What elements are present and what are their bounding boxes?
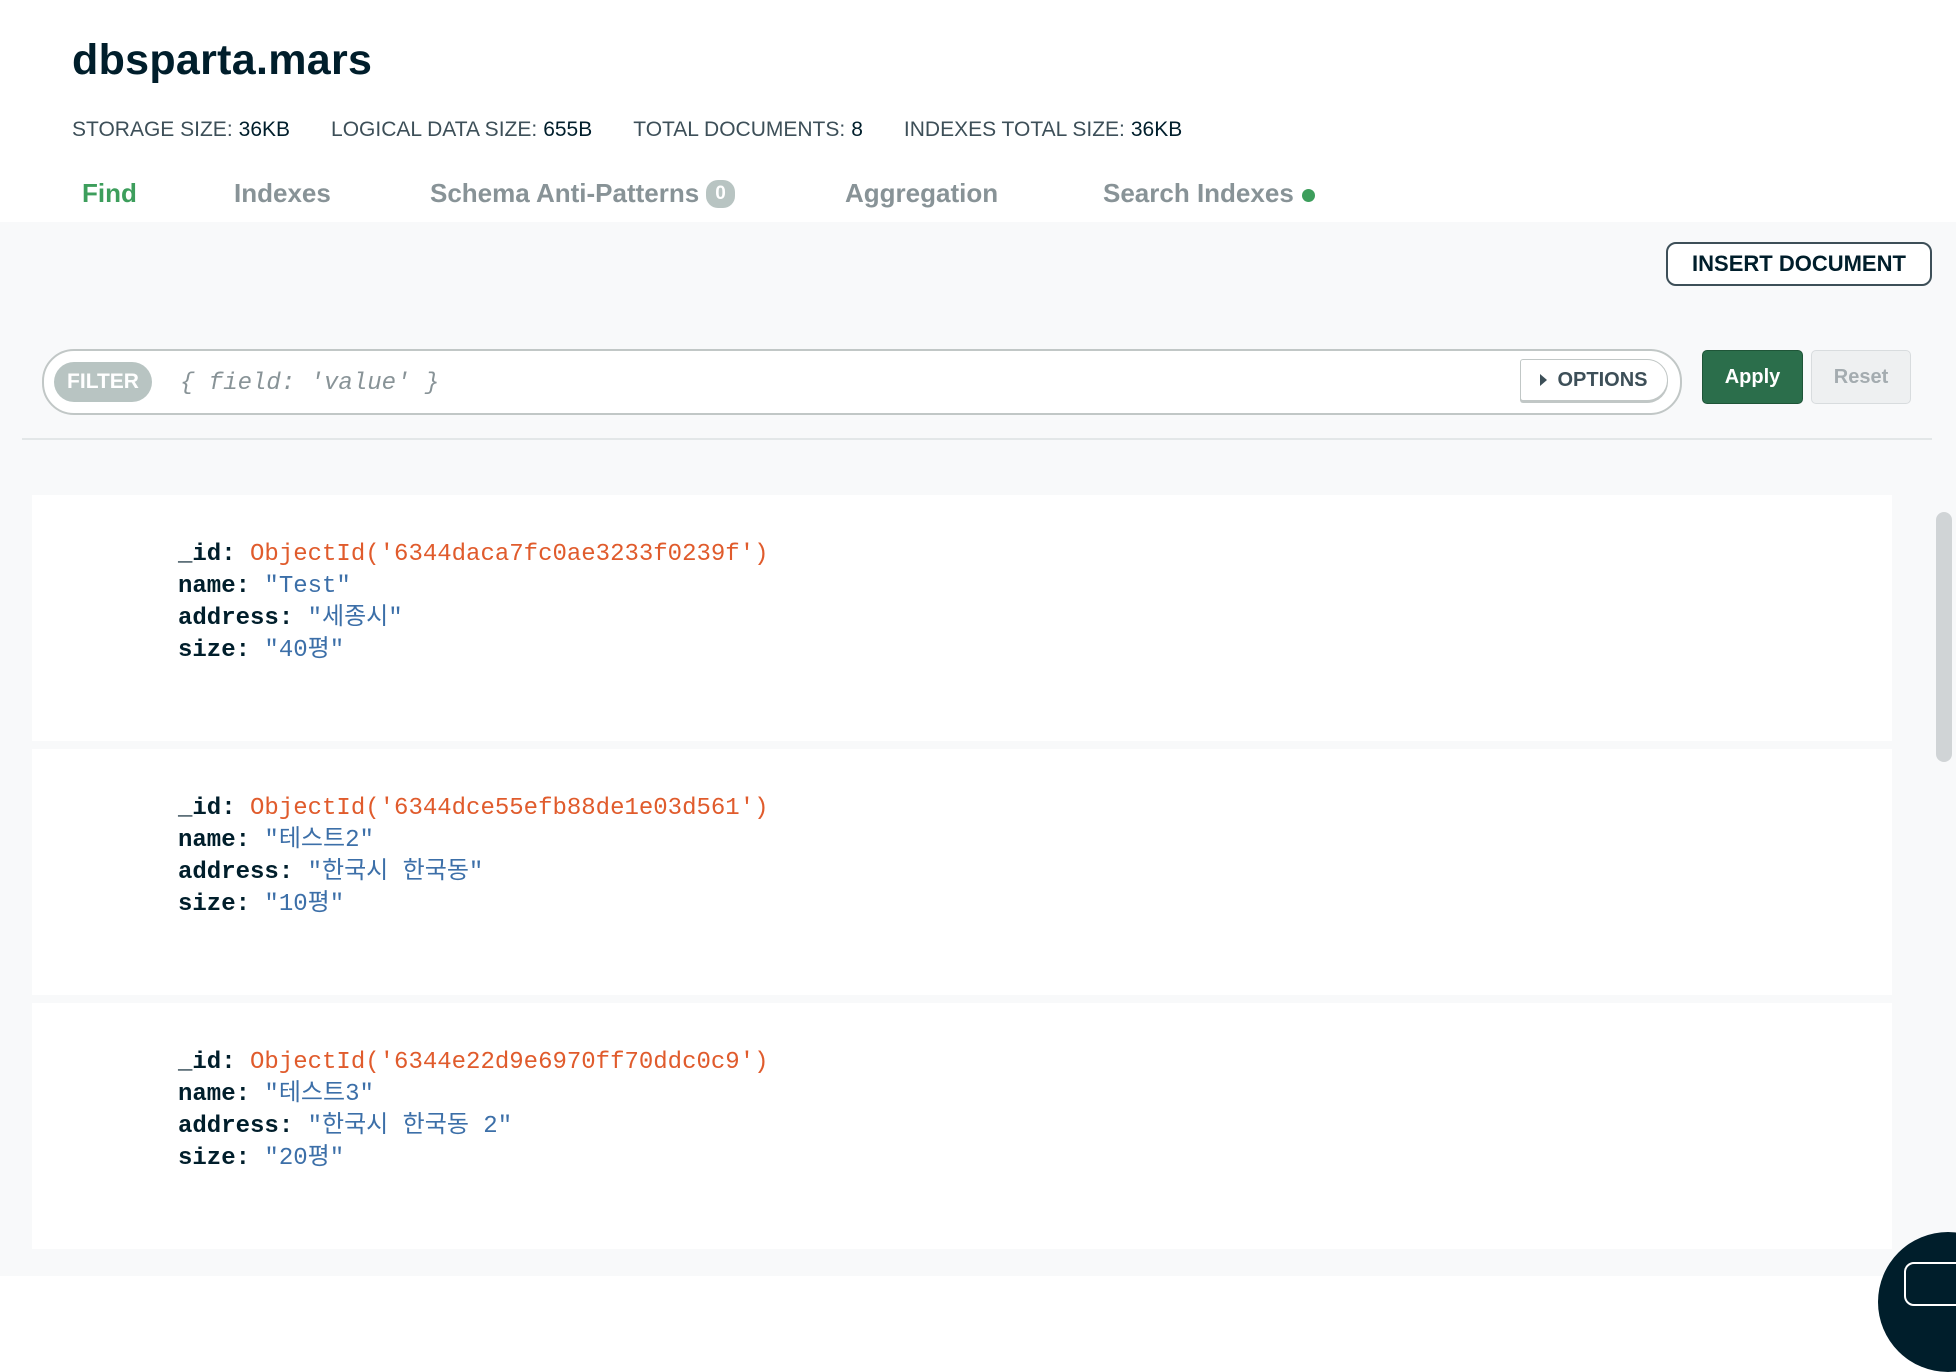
field-size: size: "20평" xyxy=(178,1145,345,1172)
field-id: _id: ObjectId('6344daca7fc0ae3233f0239f'… xyxy=(178,541,769,568)
status-dot-icon xyxy=(1301,188,1315,202)
stat-storage-size: STORAGE SIZE: 36KB xyxy=(72,118,291,141)
apply-button[interactable]: Apply xyxy=(1702,350,1803,404)
collection-header: dbsparta.mars STORAGE SIZE: 36KB LOGICAL … xyxy=(0,0,1956,222)
document-list-scrollbar[interactable] xyxy=(1932,482,1956,1276)
collection-stats: STORAGE SIZE: 36KB LOGICAL DATA SIZE: 655B… xyxy=(72,118,1223,142)
tab-search-indexes[interactable]: Search Indexes xyxy=(1103,178,1315,209)
field-size: size: "40평" xyxy=(178,637,345,664)
field-name: name: "Test" xyxy=(178,573,351,600)
filter-label: FILTER xyxy=(54,362,152,402)
document-fields: _id: ObjectId('6344e22d9e6970ff70ddc0c9'… xyxy=(178,1047,769,1175)
page-title: dbsparta.mars xyxy=(72,36,373,84)
insert-document-button[interactable]: INSERT DOCUMENT xyxy=(1666,242,1932,286)
stat-indexes-total-size: INDEXES TOTAL SIZE: 36KB xyxy=(903,118,1183,141)
collection-tabs: Find Indexes Schema Anti-Patterns 0 Aggr… xyxy=(0,178,1956,222)
field-address: address: "세종시" xyxy=(178,605,403,632)
field-id: _id: ObjectId('6344e22d9e6970ff70ddc0c9'… xyxy=(178,1049,769,1076)
tab-aggregation[interactable]: Aggregation xyxy=(845,178,998,209)
filter-bar: FILTER OPTIONS xyxy=(42,349,1682,415)
scrollbar-thumb[interactable] xyxy=(1936,512,1952,762)
document-card[interactable]: _id: ObjectId('6344daca7fc0ae3233f0239f'… xyxy=(32,495,1892,741)
chat-icon xyxy=(1904,1262,1956,1306)
field-name: name: "테스트3" xyxy=(178,1081,374,1108)
document-card[interactable]: _id: ObjectId('6344e22d9e6970ff70ddc0c9'… xyxy=(32,1003,1892,1249)
field-address: address: "한국시 한국동" xyxy=(178,859,484,886)
document-fields: _id: ObjectId('6344daca7fc0ae3233f0239f'… xyxy=(178,539,769,667)
divider xyxy=(22,438,1932,440)
field-address: address: "한국시 한국동 2" xyxy=(178,1113,513,1140)
tab-indexes[interactable]: Indexes xyxy=(234,178,331,209)
stat-logical-data-size: LOGICAL DATA SIZE: 655B xyxy=(331,118,593,141)
options-button[interactable]: OPTIONS xyxy=(1520,359,1668,401)
field-id: _id: ObjectId('6344dce55efb88de1e03d561'… xyxy=(178,795,769,822)
filter-input[interactable] xyxy=(178,362,1552,404)
document-fields: _id: ObjectId('6344dce55efb88de1e03d561'… xyxy=(178,793,769,921)
count-badge: 0 xyxy=(706,179,735,208)
field-name: name: "테스트2" xyxy=(178,827,374,854)
tab-schema-anti-patterns[interactable]: Schema Anti-Patterns 0 xyxy=(430,178,735,209)
caret-right-icon xyxy=(1540,374,1548,386)
stat-total-documents: TOTAL DOCUMENTS: 8 xyxy=(633,118,863,141)
reset-button[interactable]: Reset xyxy=(1811,350,1911,404)
document-card[interactable]: _id: ObjectId('6344dce55efb88de1e03d561'… xyxy=(32,749,1892,995)
field-size: size: "10평" xyxy=(178,891,345,918)
tab-find[interactable]: Find xyxy=(82,178,137,209)
